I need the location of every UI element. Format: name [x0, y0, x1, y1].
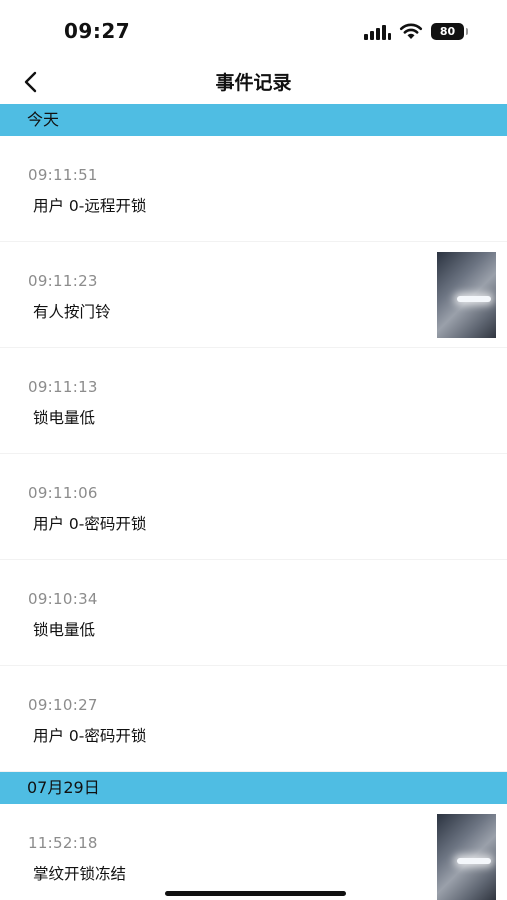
event-description: 锁电量低 — [33, 409, 96, 427]
event-thumbnail[interactable] — [437, 252, 496, 338]
event-list-item[interactable]: 09:10:27 用户 0-密码开锁 — [0, 666, 507, 772]
status-bar: 09:27 80 — [0, 0, 507, 62]
section-header-date: 07月29日 — [0, 772, 507, 804]
event-description: 用户 0-远程开锁 — [33, 197, 147, 215]
nav-bar: 事件记录 — [0, 62, 507, 104]
event-list-item[interactable]: 09:10:34 锁电量低 — [0, 560, 507, 666]
event-list-item[interactable]: 09:11:51 用户 0-远程开锁 — [0, 136, 507, 242]
section-header-today: 今天 — [0, 104, 507, 136]
event-description: 掌纹开锁冻结 — [33, 865, 127, 883]
event-time: 09:11:51 — [28, 166, 98, 184]
event-time: 11:52:18 — [28, 834, 98, 852]
event-time: 09:11:23 — [28, 272, 98, 290]
event-list-item[interactable]: 09:11:06 用户 0-密码开锁 — [0, 454, 507, 560]
event-description: 锁电量低 — [33, 621, 96, 639]
event-description: 有人按门铃 — [33, 303, 111, 321]
event-time: 09:10:27 — [28, 696, 98, 714]
event-time: 09:11:06 — [28, 484, 98, 502]
status-time: 09:27 — [64, 19, 131, 43]
event-list-item[interactable]: 09:11:13 锁电量低 — [0, 348, 507, 454]
page-title: 事件记录 — [215, 72, 292, 94]
event-list-item[interactable]: 09:11:23 有人按门铃 — [0, 242, 507, 348]
signal-icon — [364, 25, 391, 40]
event-time: 09:10:34 — [28, 590, 98, 608]
event-thumbnail[interactable] — [437, 814, 496, 900]
event-list-item[interactable]: 11:52:18 掌纹开锁冻结 — [0, 804, 507, 900]
event-description: 用户 0-密码开锁 — [33, 727, 147, 745]
event-description: 用户 0-密码开锁 — [33, 515, 147, 533]
home-indicator[interactable] — [165, 891, 346, 896]
event-time: 09:11:13 — [28, 378, 98, 396]
battery-icon: 80 — [431, 23, 468, 40]
wifi-icon — [399, 23, 423, 39]
